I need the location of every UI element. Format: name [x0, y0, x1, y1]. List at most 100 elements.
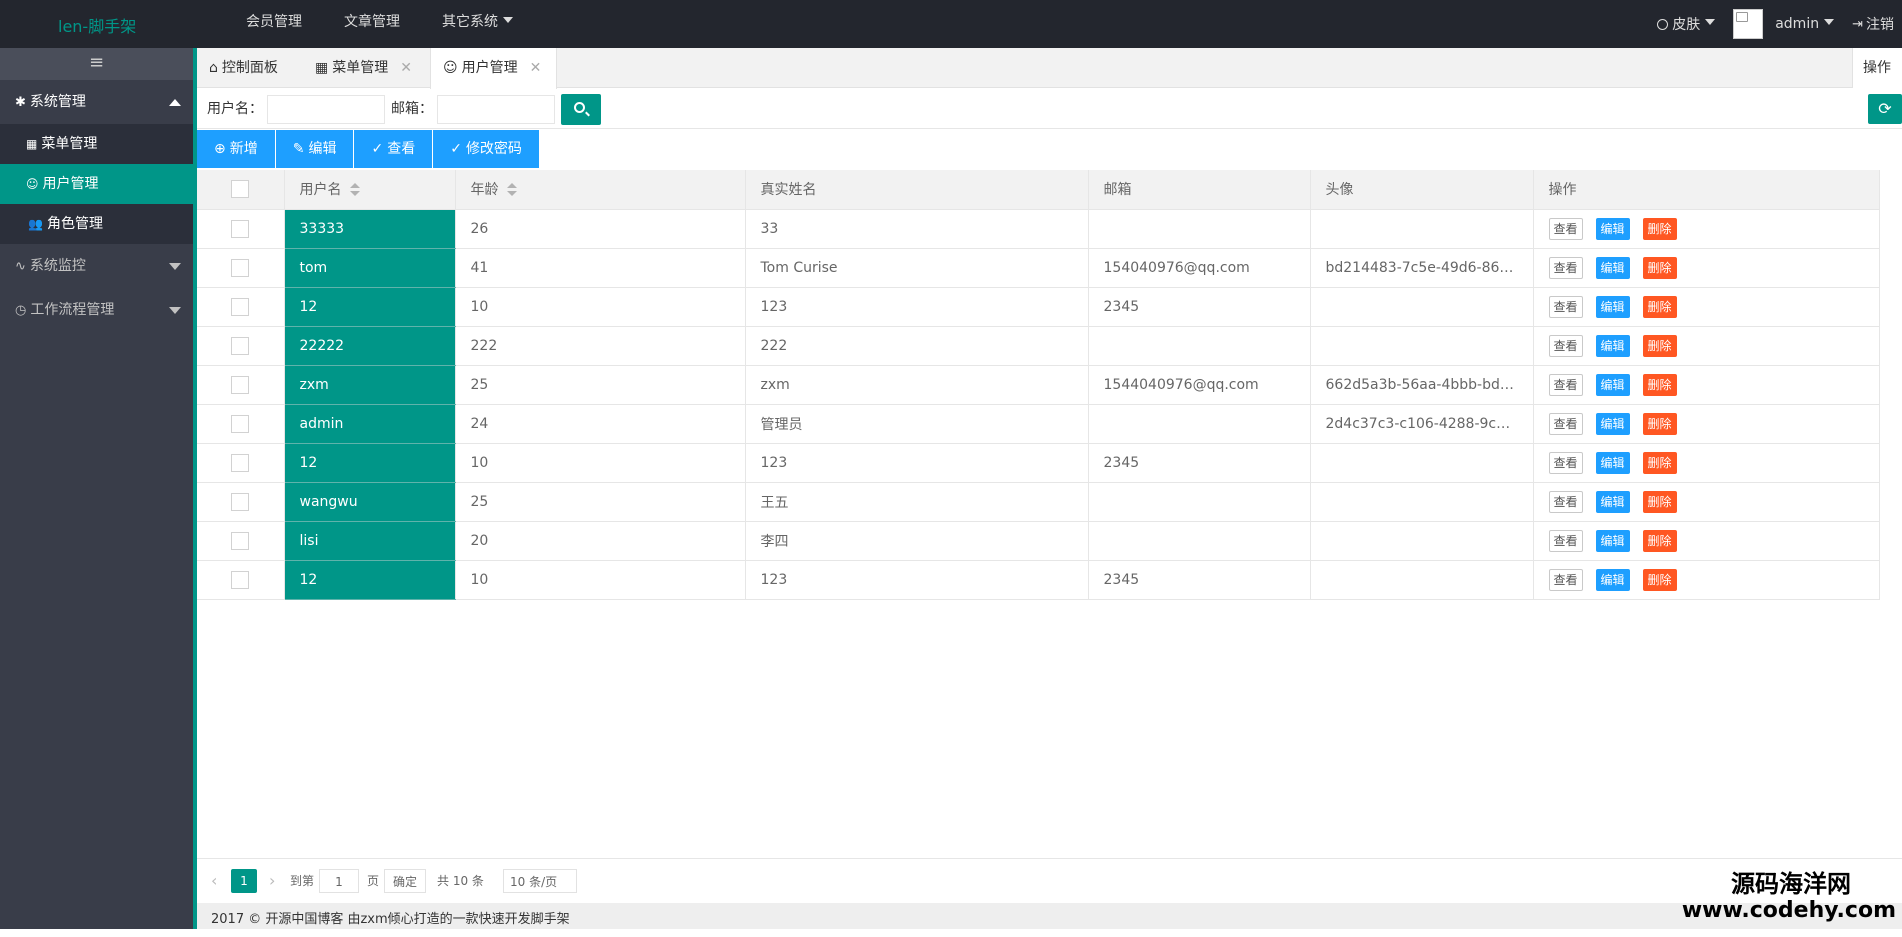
cell-realname: 222 — [745, 326, 1089, 366]
row-edit-button[interactable]: 编辑 — [1595, 529, 1630, 552]
table-row[interactable]: 12 10 123 2345 查看 编辑 删除 — [197, 287, 1880, 327]
row-view-button[interactable]: 查看 — [1548, 373, 1583, 396]
cell-realname: 33 — [745, 209, 1089, 249]
row-delete-button[interactable]: 删除 — [1642, 256, 1677, 279]
row-edit-button[interactable]: 编辑 — [1595, 334, 1630, 357]
row-checkbox[interactable] — [231, 219, 250, 238]
row-delete-button[interactable]: 删除 — [1642, 295, 1677, 318]
row-delete-button[interactable]: 删除 — [1642, 529, 1677, 552]
sidebar-group-system-monitor[interactable]: ∿ 系统监控 — [0, 244, 193, 288]
page-number-input[interactable]: 1 — [319, 869, 359, 893]
refresh-button[interactable]: ⟳ — [1868, 94, 1902, 124]
close-icon[interactable]: ✕ — [530, 60, 542, 76]
select-all-checkbox[interactable] — [231, 180, 250, 199]
row-checkbox[interactable] — [231, 453, 250, 472]
row-checkbox[interactable] — [231, 258, 250, 277]
table-row[interactable]: 22222 222 222 查看 编辑 删除 — [197, 326, 1880, 366]
sidebar-item-menu-management[interactable]: ▦ 菜单管理 — [0, 124, 193, 164]
row-checkbox[interactable] — [231, 414, 250, 433]
tab-dashboard[interactable]: ⌂ 控制面板 — [209, 48, 278, 88]
sidebar-item-user-management[interactable]: ☺ 用户管理 — [0, 164, 193, 204]
close-icon[interactable]: ✕ — [400, 60, 412, 76]
row-checkbox[interactable] — [231, 375, 250, 394]
table-row[interactable]: admin 24 管理员 2d4c37c3-c106-4288-9c0d-… 查看 编辑删… — [197, 404, 1880, 444]
row-edit-button[interactable]: 编辑 — [1595, 295, 1630, 318]
sort-icon[interactable] — [506, 183, 517, 197]
sidebar-group-workflow-management[interactable]: ◷ 工作流程管理 — [0, 288, 193, 332]
row-view-button[interactable]: 查看 — [1548, 490, 1583, 513]
view-button[interactable]: ✓ 查看 — [354, 130, 434, 168]
row-edit-button[interactable]: 编辑 — [1595, 451, 1630, 474]
row-delete-button[interactable]: 删除 — [1642, 412, 1677, 435]
edit-button[interactable]: ✎ 编辑 — [275, 130, 355, 168]
row-delete-button[interactable]: 删除 — [1642, 334, 1677, 357]
tab-operations-menu[interactable]: 操作 — [1852, 48, 1902, 109]
table-row[interactable]: lisi 20 李四 查看 编辑 删除 — [197, 521, 1880, 561]
table-row[interactable]: 12 10 123 2345 查看 编辑 删除 — [197, 560, 1880, 600]
table-row[interactable]: zxm 25 zxm 1544040976@qq.com 662d5a3b-56aa-4… — [197, 365, 1880, 405]
row-checkbox[interactable] — [231, 336, 250, 355]
sidebar-toggle-menu-icon[interactable]: ≡ — [0, 48, 193, 80]
row-view-button[interactable]: 查看 — [1548, 529, 1583, 552]
row-view-button[interactable]: 查看 — [1548, 217, 1583, 240]
chevron-down-icon — [169, 263, 181, 270]
cell-realname: Tom Curise — [745, 248, 1089, 288]
table-row[interactable]: 12 10 123 2345 查看 编辑 删除 — [197, 443, 1880, 483]
cell-age: 20 — [455, 521, 746, 561]
page-size-select[interactable]: 10 条/页 — [503, 869, 577, 909]
row-view-button[interactable]: 查看 — [1548, 256, 1583, 279]
change-password-button[interactable]: ✓ 修改密码 — [433, 130, 540, 168]
cell-email — [1088, 326, 1311, 366]
nav-article-management[interactable]: 文章管理 — [323, 0, 421, 48]
row-edit-button[interactable]: 编辑 — [1595, 256, 1630, 279]
add-button[interactable]: ⊕ 新增 — [197, 130, 276, 168]
row-checkbox[interactable] — [231, 492, 250, 511]
row-view-button[interactable]: 查看 — [1548, 334, 1583, 357]
chevron-down-icon — [169, 307, 181, 314]
next-page-icon[interactable]: › — [269, 869, 275, 893]
cell-age: 24 — [455, 404, 746, 444]
column-header-username[interactable]: 用户名 — [284, 170, 456, 210]
username-label: 用户名： — [207, 101, 263, 117]
email-input[interactable] — [437, 95, 555, 124]
username-input[interactable] — [267, 95, 385, 124]
user-menu[interactable]: admin — [1733, 9, 1835, 39]
row-edit-button[interactable]: 编辑 — [1595, 490, 1630, 513]
page-1-button[interactable]: 1 — [231, 869, 257, 893]
logout-button[interactable]: ⇥ 注销 — [1852, 14, 1894, 34]
table-row[interactable]: wangwu 25 王五 查看 编辑 删除 — [197, 482, 1880, 522]
row-checkbox[interactable] — [231, 531, 250, 550]
row-view-button[interactable]: 查看 — [1548, 568, 1583, 591]
table-row[interactable]: 33333 26 33 查看 编辑 删除 — [197, 209, 1880, 249]
row-delete-button[interactable]: 删除 — [1642, 373, 1677, 396]
sidebar-group-system-management[interactable]: ✱ 系统管理 — [0, 80, 193, 124]
row-edit-button[interactable]: 编辑 — [1595, 373, 1630, 396]
row-delete-button[interactable]: 删除 — [1642, 451, 1677, 474]
table-row[interactable]: tom 41 Tom Curise 154040976@qq.com bd214483-… — [197, 248, 1880, 288]
cell-avatar: bd214483-7c5e-49d6-862d-… — [1310, 248, 1534, 288]
row-edit-button[interactable]: 编辑 — [1595, 412, 1630, 435]
row-edit-button[interactable]: 编辑 — [1595, 217, 1630, 240]
row-delete-button[interactable]: 删除 — [1642, 568, 1677, 591]
goto-confirm-button[interactable]: 确定 — [384, 869, 427, 893]
sort-icon[interactable] — [349, 183, 360, 197]
row-edit-button[interactable]: 编辑 — [1595, 568, 1630, 591]
row-checkbox[interactable] — [231, 297, 250, 316]
edit-button-label: 编辑 — [308, 141, 337, 157]
tab-user-management[interactable]: ☺ 用户管理 ✕ — [430, 48, 558, 89]
row-delete-button[interactable]: 删除 — [1642, 490, 1677, 513]
skin-menu[interactable]: 皮肤 — [1657, 14, 1716, 34]
logo[interactable]: len-脚手架 — [58, 13, 136, 37]
row-view-button[interactable]: 查看 — [1548, 451, 1583, 474]
nav-other-systems[interactable]: 其它系统 — [421, 0, 534, 48]
row-view-button[interactable]: 查看 — [1548, 412, 1583, 435]
nav-member-management[interactable]: 会员管理 — [225, 0, 323, 48]
prev-page-icon[interactable]: ‹ — [211, 869, 217, 893]
column-header-age[interactable]: 年龄 — [455, 170, 746, 210]
row-delete-button[interactable]: 删除 — [1642, 217, 1677, 240]
row-checkbox[interactable] — [231, 570, 250, 589]
row-view-button[interactable]: 查看 — [1548, 295, 1583, 318]
search-button[interactable] — [561, 94, 601, 125]
tab-menu-management[interactable]: ▦ 菜单管理 ✕ — [315, 48, 412, 88]
sidebar-item-role-management[interactable]: 👥 角色管理 — [0, 204, 193, 244]
